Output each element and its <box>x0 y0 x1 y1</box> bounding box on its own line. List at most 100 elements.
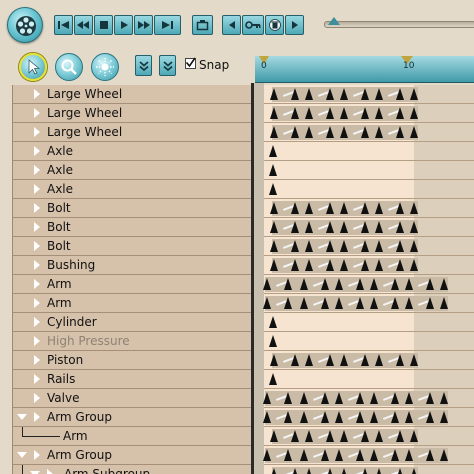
disclosure-triangle-icon[interactable] <box>34 355 40 365</box>
keyframe-marker[interactable] <box>356 411 364 423</box>
keyframe-marker[interactable] <box>263 297 271 309</box>
keyframe-marker[interactable] <box>356 278 364 290</box>
keyframe-marker[interactable] <box>375 430 383 442</box>
keyframe-marker[interactable] <box>321 278 329 290</box>
keyframe-marker[interactable] <box>326 259 334 271</box>
keyframe-marker[interactable] <box>305 354 313 366</box>
keyframe-marker[interactable] <box>305 430 313 442</box>
keyframe-marker[interactable] <box>326 468 334 474</box>
keyframe-marker[interactable] <box>300 278 308 290</box>
keyframe-marker[interactable] <box>270 354 278 366</box>
track-row[interactable]: Arm <box>13 427 252 446</box>
keyframe-marker[interactable] <box>321 297 329 309</box>
keyframe-marker[interactable] <box>305 468 313 474</box>
keyframe-marker[interactable] <box>340 126 348 138</box>
keyframe-marker[interactable] <box>326 430 334 442</box>
keyframe-marker[interactable] <box>284 297 292 309</box>
keyframe-marker[interactable] <box>375 354 383 366</box>
keyframe-marker[interactable] <box>291 468 299 474</box>
keyframe-marker[interactable] <box>291 107 299 119</box>
keyframe-marker[interactable] <box>396 88 404 100</box>
keyframe-row[interactable] <box>264 161 474 180</box>
disclosure-triangle-icon[interactable] <box>34 89 40 99</box>
keyframe-marker[interactable] <box>340 240 348 252</box>
keyframe-marker[interactable] <box>335 297 343 309</box>
keyframe-marker[interactable] <box>269 335 277 347</box>
disclosure-triangle-icon[interactable] <box>34 317 40 327</box>
select-tool-button[interactable] <box>19 53 47 81</box>
keyframe-row[interactable] <box>264 351 474 370</box>
keyframe-marker[interactable] <box>270 240 278 252</box>
keyframe-marker[interactable] <box>361 240 369 252</box>
keyframe-marker[interactable] <box>284 392 292 404</box>
disclosure-triangle-icon[interactable] <box>34 184 40 194</box>
keyframe-marker[interactable] <box>270 88 278 100</box>
keyframe-marker[interactable] <box>335 411 343 423</box>
keyframe-marker[interactable] <box>291 126 299 138</box>
pan-tool-button[interactable] <box>91 53 119 81</box>
rewind-button[interactable] <box>74 15 93 35</box>
track-row[interactable]: High Pressure <box>13 332 252 351</box>
keyframe-marker[interactable] <box>326 202 334 214</box>
film-reel-icon[interactable] <box>7 7 43 43</box>
keyframe-marker[interactable] <box>305 202 313 214</box>
keyframe-marker[interactable] <box>405 278 413 290</box>
keyframe-marker[interactable] <box>270 221 278 233</box>
keyframe-row[interactable] <box>263 275 474 294</box>
disclosure-triangle-icon[interactable] <box>34 241 40 251</box>
disclosure-triangle-icon[interactable] <box>34 298 40 308</box>
keyframe-marker[interactable] <box>263 449 271 461</box>
keyframe-row[interactable] <box>263 389 474 408</box>
keyframe-marker[interactable] <box>305 259 313 271</box>
loop-button[interactable] <box>192 15 213 35</box>
keyframe-marker[interactable] <box>326 107 334 119</box>
keyframe-marker[interactable] <box>356 392 364 404</box>
keyframe-marker[interactable] <box>370 449 378 461</box>
keyframe-marker[interactable] <box>375 259 383 271</box>
keyframe-marker[interactable] <box>361 221 369 233</box>
track-row[interactable]: Bolt <box>13 237 252 256</box>
keyframe-marker[interactable] <box>410 126 418 138</box>
fast-forward-button[interactable] <box>134 15 153 35</box>
play-button[interactable] <box>114 15 133 35</box>
keyframe-marker[interactable] <box>300 297 308 309</box>
keyframe-marker[interactable] <box>340 202 348 214</box>
expand-all-button[interactable] <box>159 55 176 76</box>
keyframe-marker[interactable] <box>291 88 299 100</box>
keyframe-marker[interactable] <box>375 88 383 100</box>
track-row[interactable]: Arm <box>13 294 252 313</box>
keyframe-marker[interactable] <box>375 202 383 214</box>
keyframe-marker[interactable] <box>270 468 278 474</box>
keyframe-marker[interactable] <box>361 430 369 442</box>
disclosure-triangle-icon[interactable] <box>34 260 40 270</box>
keyframe-marker[interactable] <box>391 297 399 309</box>
expand-triangle-icon[interactable] <box>17 452 27 458</box>
track-row[interactable]: Arm Group <box>13 408 252 427</box>
track-row[interactable]: Arm Group <box>13 446 252 465</box>
keyframe-marker[interactable] <box>426 278 434 290</box>
keyframe-row[interactable] <box>264 370 474 389</box>
keyframe-marker[interactable] <box>263 392 271 404</box>
keyframe-marker[interactable] <box>291 202 299 214</box>
keyframe-marker[interactable] <box>269 145 277 157</box>
keyframe-marker[interactable] <box>340 354 348 366</box>
keyframe-marker[interactable] <box>405 297 413 309</box>
next-key-button[interactable] <box>285 15 304 35</box>
keyframe-marker[interactable] <box>405 411 413 423</box>
time-scrubber[interactable] <box>324 21 474 28</box>
track-row[interactable]: Large Wheel <box>13 123 252 142</box>
disclosure-triangle-icon[interactable] <box>34 165 40 175</box>
keyframe-row[interactable] <box>263 408 474 427</box>
keyframe-marker[interactable] <box>340 88 348 100</box>
keyframe-marker[interactable] <box>391 392 399 404</box>
keyframe-marker[interactable] <box>361 126 369 138</box>
track-row[interactable]: Piston <box>13 351 252 370</box>
keyframe-marker[interactable] <box>269 373 277 385</box>
keyframe-marker[interactable] <box>270 202 278 214</box>
keyframe-row[interactable] <box>264 180 474 199</box>
keyframe-marker[interactable] <box>305 126 313 138</box>
track-row[interactable]: Bolt <box>13 199 252 218</box>
keyframe-marker[interactable] <box>396 354 404 366</box>
track-row[interactable]: Axle <box>13 142 252 161</box>
keyframe-row[interactable] <box>264 237 474 256</box>
